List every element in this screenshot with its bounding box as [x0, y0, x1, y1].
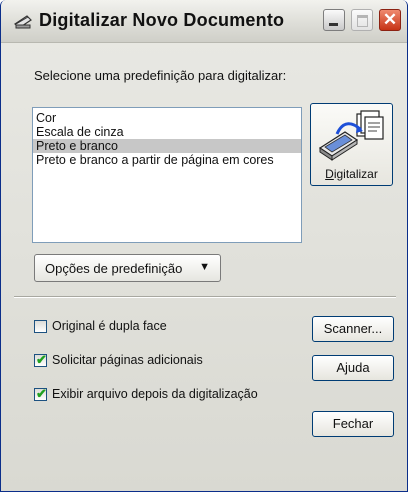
title-bar[interactable]: Digitalizar Novo Documento ✕ [1, 0, 407, 43]
preset-item-cor[interactable]: Cor [33, 111, 301, 125]
preset-list[interactable]: Cor Escala de cinza Preto e branco Preto… [32, 107, 302, 243]
show-file-label: Exibir arquivo depois da digitalização [52, 387, 258, 401]
duplex-checkbox[interactable] [34, 320, 47, 333]
preset-options-button[interactable]: Opções de predefinição ▼ [34, 254, 221, 282]
window-title: Digitalizar Novo Documento [39, 10, 285, 30]
minimize-button[interactable] [323, 9, 345, 31]
scanner-icon [14, 15, 32, 29]
checkmark-icon: ✔ [36, 352, 47, 367]
scan-button[interactable]: Digitalizar [310, 103, 393, 186]
show-file-checkbox[interactable]: ✔ [34, 386, 47, 401]
preset-prompt: Selecione uma predefinição para digitali… [34, 68, 287, 83]
preset-item-escala-de-cinza[interactable]: Escala de cinza [33, 125, 301, 139]
scanner-button[interactable]: Scanner... [312, 316, 394, 342]
scan-button-label: Digitalizar [325, 167, 378, 181]
preset-item-preto-e-branco-pagina-cores[interactable]: Preto e branco a partir de página em cor… [33, 153, 301, 167]
help-button[interactable]: Ajuda [312, 355, 394, 381]
scanner-icon [318, 110, 384, 161]
divider [14, 296, 396, 298]
close-button[interactable]: Fechar [312, 411, 394, 437]
scan-dialog-window: Digitalizar Novo Documento ✕ Selecione u… [0, 0, 408, 492]
preset-options-label: Opções de predefinição [45, 261, 183, 276]
checkmark-icon: ✔ [36, 386, 47, 401]
maximize-button [351, 9, 373, 31]
request-pages-label: Solicitar páginas adicionais [52, 353, 203, 367]
duplex-label: Original é dupla face [52, 319, 167, 333]
preset-item-preto-e-branco[interactable]: Preto e branco [33, 139, 301, 153]
close-icon: ✕ [382, 10, 398, 29]
dropdown-arrow-icon: ▼ [199, 261, 210, 273]
request-pages-checkbox[interactable]: ✔ [34, 352, 47, 367]
close-window-button[interactable]: ✕ [379, 9, 401, 31]
